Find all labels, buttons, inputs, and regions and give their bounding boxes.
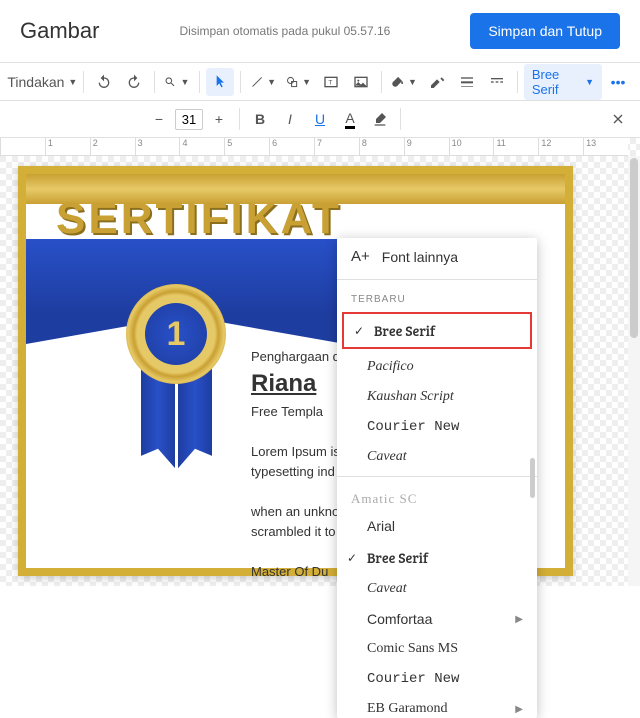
font-item-eb-garamond[interactable]: EB Garamond▶ [337, 694, 537, 718]
font-item-kaushan-script[interactable]: Kaushan Script [337, 382, 537, 412]
font-item-pacifico[interactable]: Pacifico [337, 352, 537, 382]
redo-button[interactable] [120, 68, 148, 96]
bold-button[interactable]: B [246, 105, 274, 133]
highlight-color-button[interactable] [366, 105, 394, 133]
certificate-title: SERTIFIKAT [56, 194, 342, 244]
medal-badge: 1 [126, 284, 226, 384]
save-and-close-button[interactable]: Simpan dan Tutup [470, 13, 620, 49]
shape-tool[interactable]: ▼ [282, 68, 315, 96]
amatic-section-label: Amatic SC [337, 481, 537, 511]
line-tool[interactable]: ▼ [247, 68, 280, 96]
underline-button[interactable]: U [306, 105, 334, 133]
toolbar-text: − + B I U A [0, 100, 640, 138]
actions-dropdown[interactable]: Tindakan ▼ [8, 68, 77, 96]
more-fonts-item[interactable]: A+ Font lainnya [337, 238, 537, 275]
zoom-dropdown[interactable]: ▼ [160, 68, 193, 96]
font-item-courier-new[interactable]: Courier New [337, 664, 537, 694]
image-tool[interactable] [347, 68, 375, 96]
page-title: Gambar [20, 18, 99, 44]
medal-number: 1 [145, 303, 207, 365]
undo-button[interactable] [90, 68, 118, 96]
font-item-caveat[interactable]: Caveat [337, 442, 537, 472]
font-size-decrease[interactable]: − [145, 105, 173, 133]
canvas-area[interactable]: 12345678910111213 SERTIFIKAT 1 Pengharga… [0, 138, 640, 586]
font-item-comfortaa[interactable]: Comfortaa▶ [337, 604, 537, 634]
recent-section-label: TERBARU [337, 284, 537, 309]
font-family-dropdown[interactable]: Bree Serif▼ [524, 64, 602, 100]
fill-color-button[interactable]: ▼ [388, 68, 421, 96]
font-size-input[interactable] [175, 109, 203, 130]
toolbar-main: Tindakan ▼ ▼ ▼ ▼ T ▼ Bree Serif▼ ••• [0, 62, 640, 100]
textbox-tool[interactable]: T [317, 68, 345, 96]
font-item-caveat[interactable]: Caveat [337, 574, 537, 604]
select-tool[interactable] [206, 68, 234, 96]
font-item-courier-new[interactable]: Courier New [337, 412, 537, 442]
font-item-bree-serif[interactable]: Bree Serif [342, 312, 532, 349]
font-menu-popup: A+ Font lainnya TERBARU Bree SerifPacifi… [337, 238, 537, 718]
autosave-status: Disimpan otomatis pada pukul 05.57.16 [180, 24, 391, 38]
border-dash-button[interactable] [483, 68, 511, 96]
more-options-button[interactable]: ••• [604, 68, 632, 96]
svg-text:T: T [328, 79, 332, 86]
border-color-button[interactable] [423, 68, 451, 96]
crop-cancel-button[interactable] [604, 105, 632, 133]
font-item-comic-sans-ms[interactable]: Comic Sans MS [337, 634, 537, 664]
vertical-scrollbar[interactable] [628, 156, 640, 586]
italic-button[interactable]: I [276, 105, 304, 133]
font-item-bree-serif[interactable]: Bree Serif [337, 541, 537, 574]
text-color-button[interactable]: A [336, 105, 364, 133]
font-menu-scrollbar[interactable] [530, 458, 535, 498]
horizontal-ruler: 12345678910111213 [0, 138, 628, 156]
font-size-increase[interactable]: + [205, 105, 233, 133]
font-item-arial[interactable]: Arial [337, 511, 537, 541]
border-weight-button[interactable] [453, 68, 481, 96]
font-plus-icon: A+ [351, 248, 370, 265]
